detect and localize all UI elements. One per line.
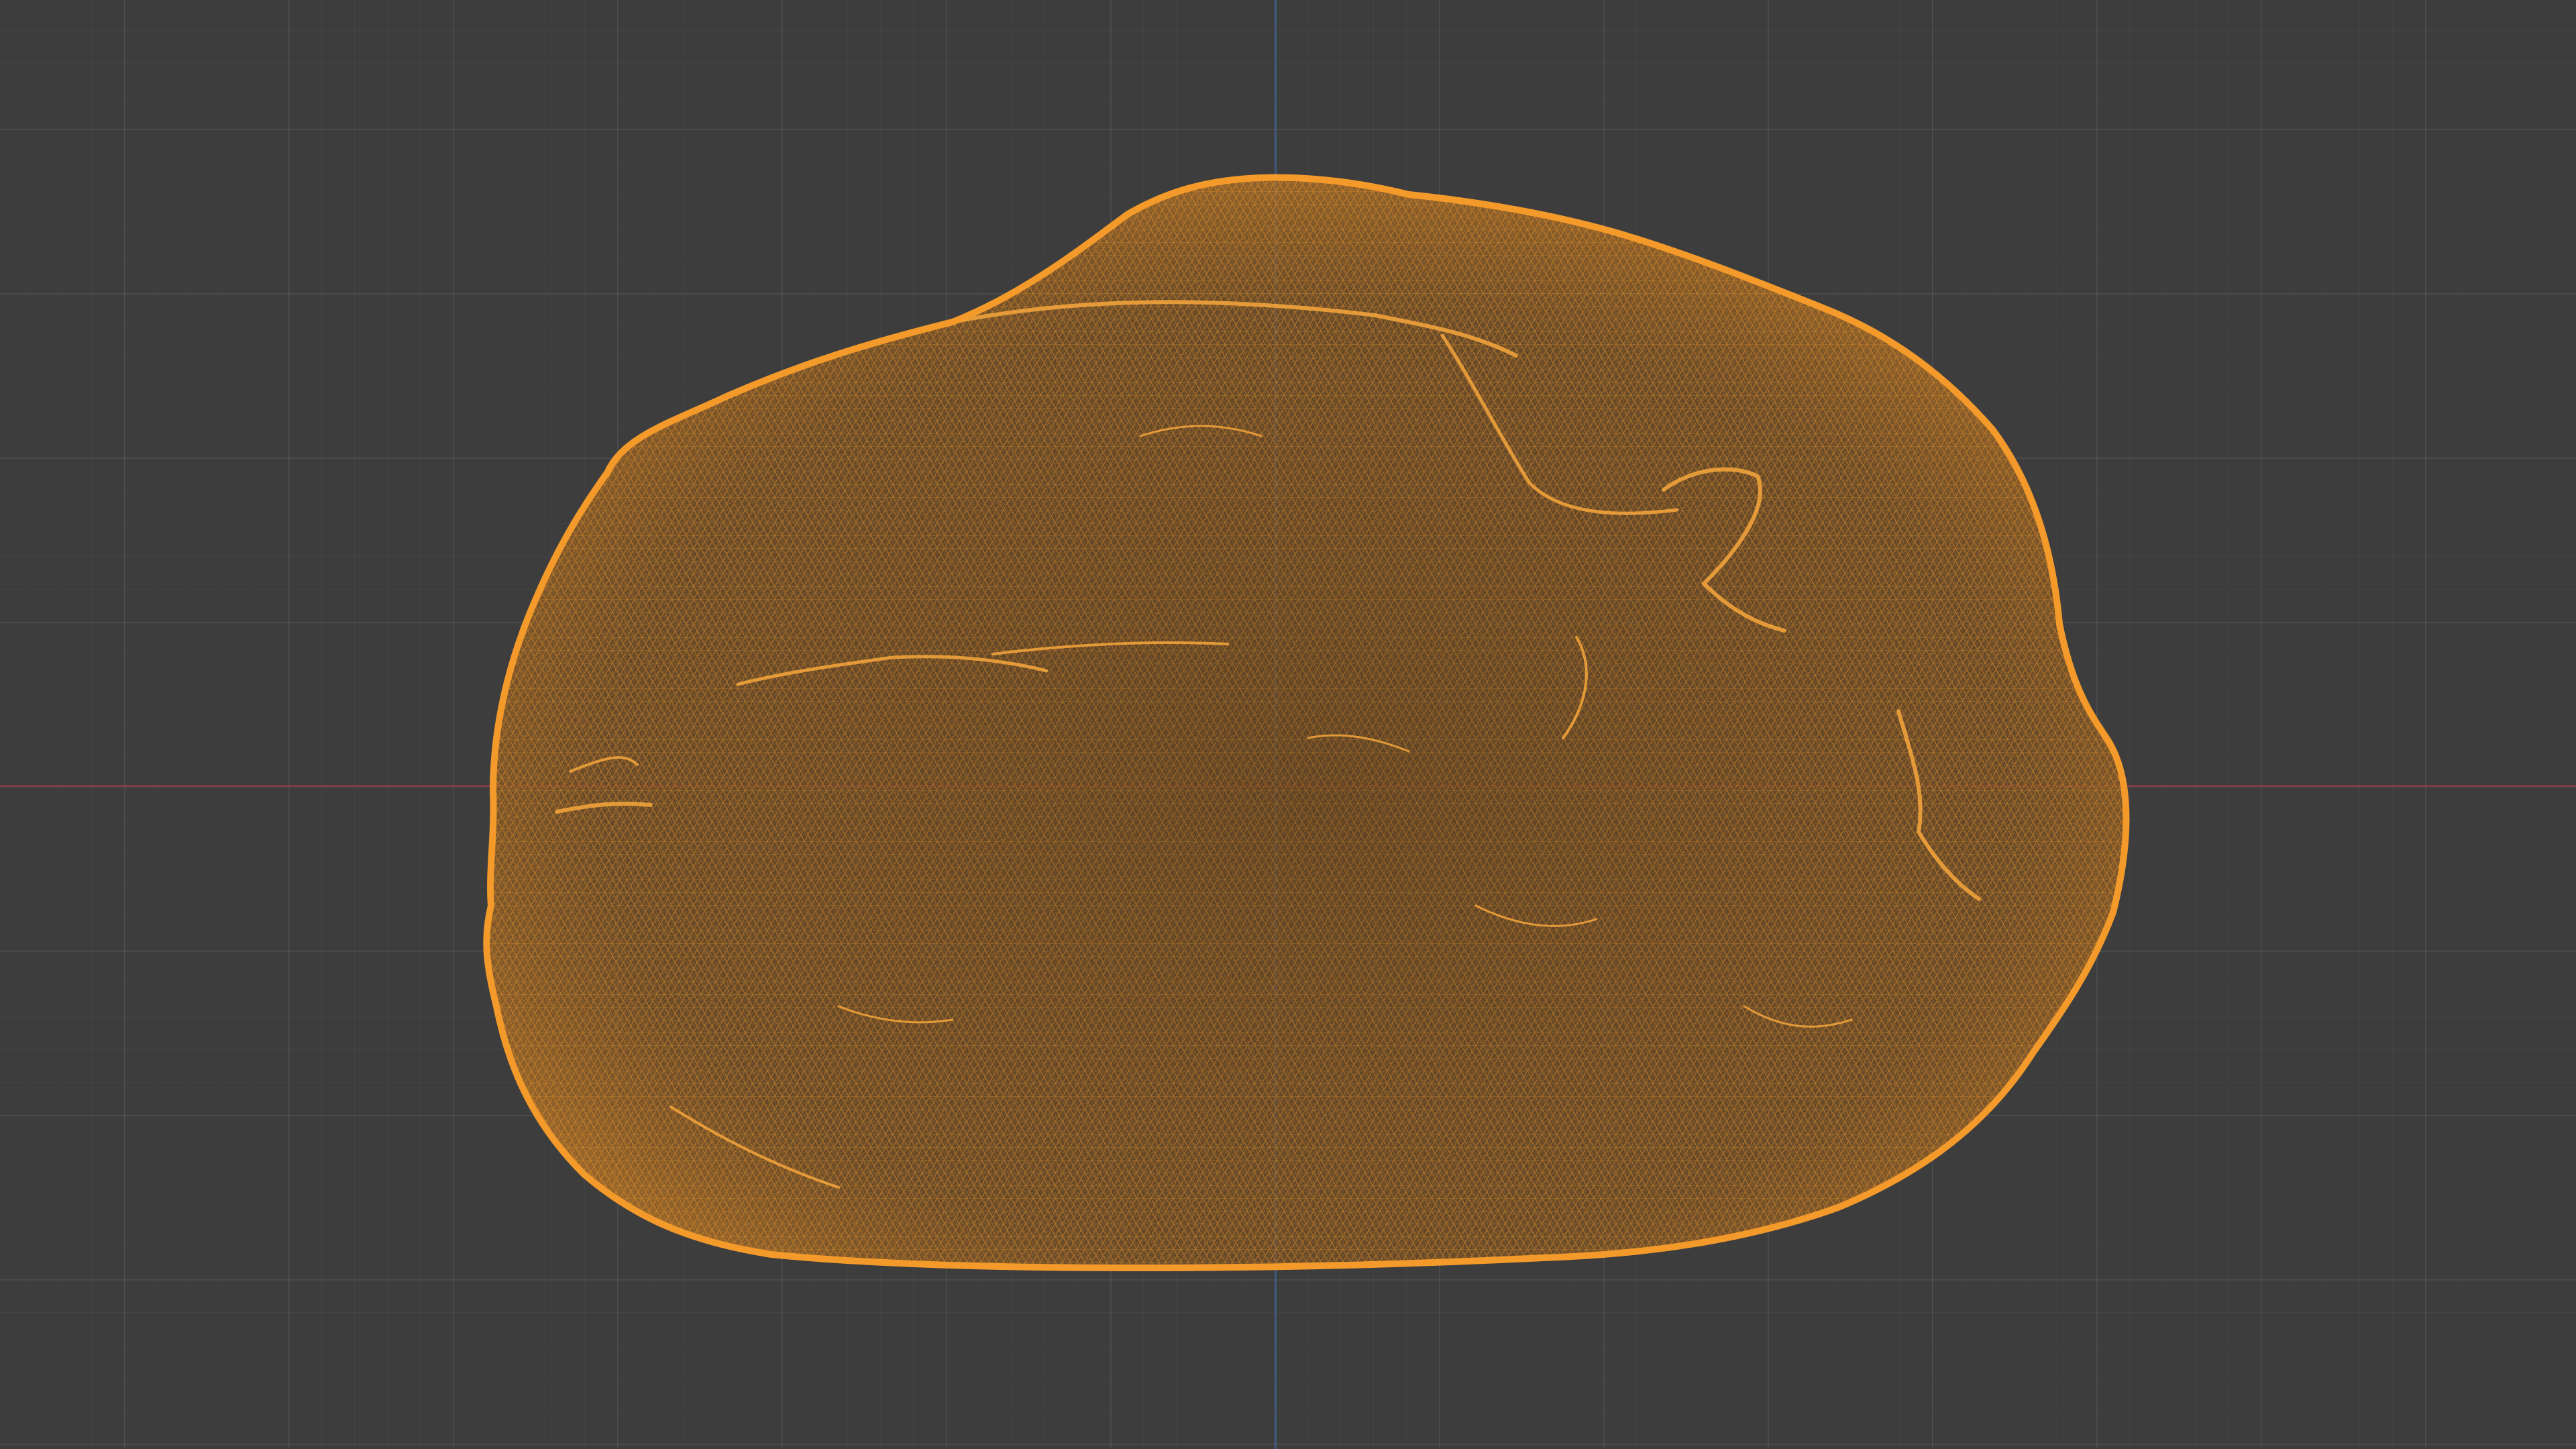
rock-mesh[interactable] <box>470 168 2147 1295</box>
mesh-wireframe[interactable] <box>0 0 2576 1449</box>
3d-viewport[interactable] <box>0 0 2576 1449</box>
